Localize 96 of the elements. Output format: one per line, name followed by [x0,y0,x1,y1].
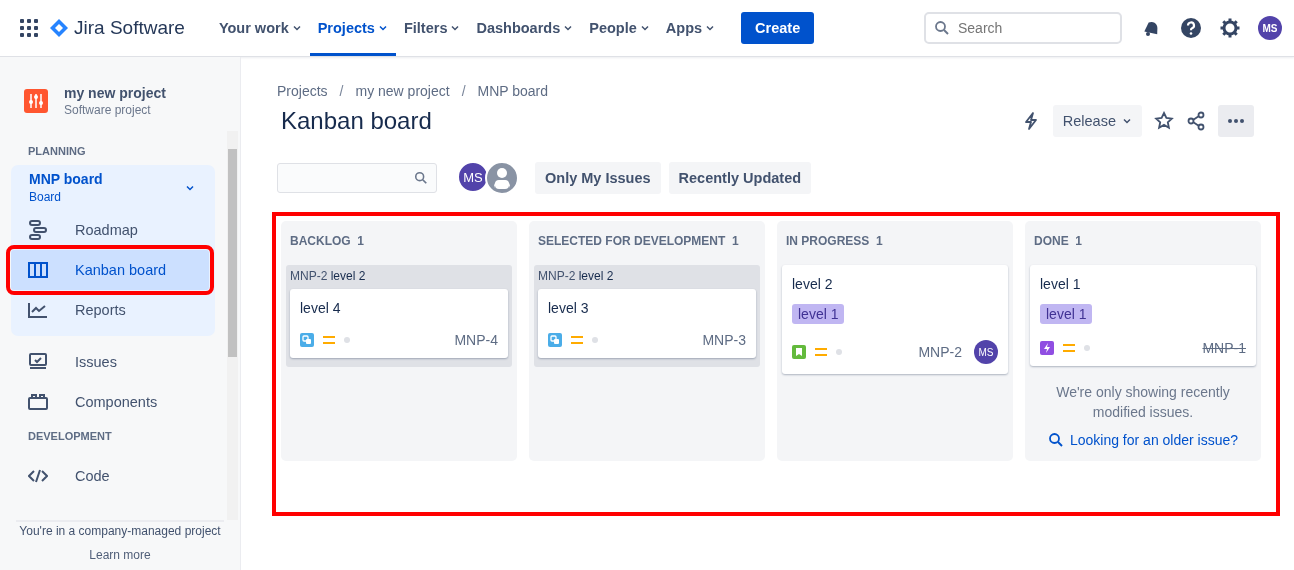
learn-more-link[interactable]: Learn more [16,548,224,562]
search-field[interactable]: Search [924,12,1122,44]
issue-key[interactable]: MNP-3 [702,332,746,348]
parent-issue-title[interactable]: MNP-2 level 2 [538,269,756,289]
chevron-down-icon [291,23,302,33]
nav-menu[interactable]: People [581,0,658,56]
board-subtitle: Board [29,190,63,204]
create-button[interactable]: Create [741,12,815,44]
issue-key[interactable]: MNP-1 [1202,340,1246,356]
sidebar-item[interactable]: Roadmap [11,210,209,250]
sidebar-item[interactable]: Components [11,382,209,422]
nav-menu[interactable]: Projects [309,0,396,56]
bookmark-icon [792,345,806,359]
project-type: Software project [64,103,152,117]
column-heading: SELECTED FOR DEVELOPMENT 1 [537,233,740,250]
priority-medium-icon [1062,343,1076,353]
nav-menu[interactable]: Your work [210,0,310,56]
components-icon [28,394,48,410]
section-heading: DEVELOPMENT [27,429,113,444]
search-icon [414,171,428,185]
more-button[interactable] [1218,105,1254,137]
breadcrumb[interactable]: Projects [277,83,328,99]
issue-summary: level 2 [792,276,834,292]
nav-menu[interactable]: Apps [657,0,724,56]
priority-medium-icon [814,347,828,357]
help-icon[interactable] [1180,17,1202,39]
column-heading: BACKLOG 1 [289,233,366,250]
dot-icon [836,349,842,355]
roadmap-icon [28,219,48,241]
user-avatar[interactable]: MS [1258,16,1282,40]
parent-issue-title[interactable]: MNP-2 level 2 [290,269,508,289]
more-icon [1228,119,1244,123]
search-icon [934,20,950,36]
quick-filter-button[interactable]: Only My Issues [535,162,661,194]
issue-summary: level 3 [548,300,590,316]
subtask-icon [300,333,314,347]
diamond-logo-icon [50,19,68,37]
page-title: Kanban board [281,107,432,135]
dot-icon [344,337,350,343]
breadcrumb-separator: / [461,83,466,99]
info-text: We're only showing recently modified issues. [1055,383,1231,422]
release-button[interactable]: Release [1052,105,1142,137]
project-name: my new project [64,85,166,101]
footer-text: You're in a company-managed project [18,524,222,538]
project-icon [24,89,48,113]
lightning-icon [1040,341,1054,355]
sidebar-item[interactable]: Code [11,456,209,496]
board-icon [28,262,48,278]
subtask-icon [548,333,562,347]
issue-label: level 1 [1040,304,1093,324]
issue-card[interactable]: level 4 MNP-4 [290,289,508,358]
search-icon [1047,432,1064,448]
assignee-avatar: MS [974,340,998,364]
scrollbar[interactable] [227,131,238,520]
chevron-down-icon [450,23,461,33]
priority-medium-icon [322,335,336,345]
board-search-field[interactable] [277,163,437,193]
breadcrumb-separator: / [339,83,344,99]
chevron-down-icon [1122,116,1132,126]
section-heading: PLANNING [27,144,87,159]
breadcrumb[interactable]: my new project [355,83,450,99]
breadcrumb[interactable]: MNP board [477,83,549,99]
monitor-check-icon [28,353,48,371]
quick-filter-button[interactable]: Recently Updated [668,162,812,194]
issue-key[interactable]: MNP-4 [454,332,498,348]
column-heading: DONE 1 [1033,233,1084,250]
sidebar-item[interactable]: Reports [11,290,209,330]
issue-summary: level 1 [1040,276,1082,292]
issue-card[interactable]: level 1 level 1 MNP-1 [1030,265,1256,366]
issue-label: level 1 [792,304,845,324]
star-icon[interactable] [1154,111,1174,131]
chevron-down-icon [377,23,388,33]
priority-medium-icon [570,335,584,345]
board-name[interactable]: MNP board [29,171,103,187]
chevron-down-icon [563,23,574,33]
person-avatar-icon[interactable] [485,161,519,195]
older-issue-link[interactable]: Looking for an older issue? [1030,432,1256,448]
code-icon [28,469,48,483]
app-grid-icon[interactable] [20,19,38,37]
column-heading: IN PROGRESS 1 [785,233,884,250]
issue-summary: level 4 [300,300,342,316]
nav-menu[interactable]: Dashboards [468,0,582,56]
chevron-down-icon [639,23,650,33]
issue-key[interactable]: MNP-2 [918,344,962,360]
issue-card[interactable]: level 3 MNP-3 [538,289,756,358]
issue-card[interactable]: level 2 level 1 MNP-2 MS [782,265,1008,374]
sidebar-item[interactable]: Issues [11,342,209,382]
share-icon[interactable] [1186,111,1206,131]
dot-icon [1084,345,1090,351]
user-avatar[interactable]: MS [457,161,489,193]
chart-icon [28,302,48,318]
nav-menu[interactable]: Filters [395,0,469,56]
chevron-down-icon [705,23,716,33]
app-name[interactable]: Jira Software [74,17,185,39]
dot-icon [592,337,598,343]
settings-icon[interactable] [1220,18,1240,38]
